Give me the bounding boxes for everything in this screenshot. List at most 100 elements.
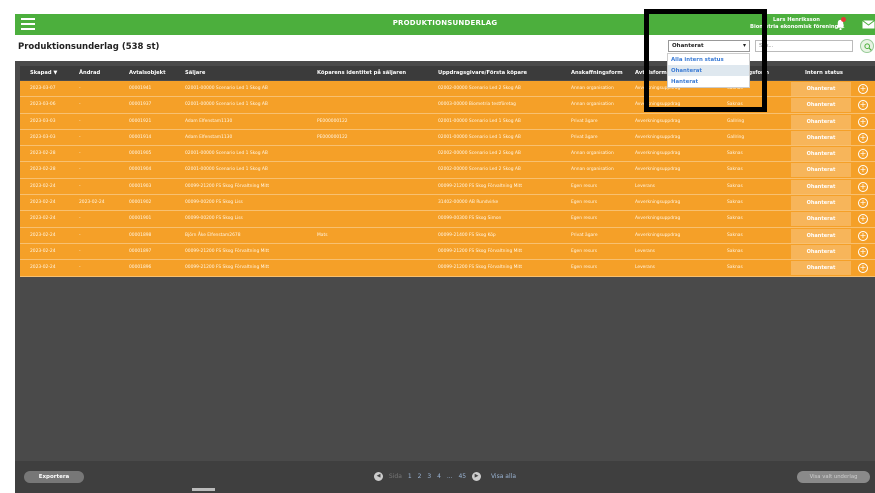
table-row[interactable]: 2023-02-24 - 00001896 00099-21200 FS Skog F… <box>20 260 875 277</box>
plus-circle-icon[interactable]: + <box>858 230 868 241</box>
plus-circle-icon[interactable]: + <box>858 198 868 209</box>
user-menu[interactable]: Lars Henriksson Biometria ekonomisk före… <box>750 17 845 31</box>
column-header-intern-status[interactable]: Intern status <box>805 70 843 76</box>
table-row[interactable]: 2023-03-03 - 00001921 Adam Elfenstam1130 PE0… <box>20 113 875 130</box>
cell-changed: 2023-02-24 <box>79 200 105 206</box>
table-row[interactable]: 2023-02-24 - 00001897 00099-21200 FS Skog F… <box>20 243 875 261</box>
dropdown-option[interactable]: Alla intern status <box>668 54 749 65</box>
plus-circle-icon[interactable]: + <box>858 100 868 111</box>
cell-changed: - <box>79 151 81 157</box>
cell-contract-form: Avverkningsuppdrag <box>635 102 681 108</box>
dropdown-option[interactable]: Ohanterat <box>668 65 749 76</box>
intern-status-badge[interactable]: Ohanterat <box>791 179 851 194</box>
next-page-icon[interactable]: ▶ <box>472 472 482 481</box>
cell-contract-object: 00001903 <box>129 183 152 189</box>
cell-changed: - <box>79 232 81 238</box>
cell-contract-form: Avverkningsuppdrag <box>635 232 681 238</box>
plus-circle-icon[interactable]: + <box>858 132 868 143</box>
cell-client: 00099-21200 FS Skog Förvaltning Mitt <box>438 183 523 189</box>
cell-contract-object: 00001904 <box>129 167 152 173</box>
intern-status-dropdown: Alla intern status Ohanterat Hanterat <box>667 53 750 88</box>
previous-page-icon[interactable]: ◀ <box>374 472 383 481</box>
cell-contract-form: Avverkningsuppdrag <box>635 151 681 157</box>
dropdown-option[interactable]: Hanterat <box>668 76 749 87</box>
page-link[interactable]: 3 <box>427 473 431 480</box>
cell-contract-form: Avverkningsuppdrag <box>635 118 681 124</box>
plus-circle-icon[interactable]: + <box>858 165 868 176</box>
plus-circle-icon[interactable]: + <box>858 116 868 127</box>
user-organization: Biometria ekonomisk förening ▼ <box>750 24 845 30</box>
cell-assignment-form: Saknas <box>727 167 743 173</box>
page-link[interactable]: 45 <box>458 473 466 480</box>
intern-status-badge[interactable]: Ohanterat <box>791 130 851 145</box>
cell-seller: 00099-00200 FS Skog Liss <box>185 200 243 206</box>
plus-circle-icon[interactable]: + <box>858 214 868 225</box>
search-input[interactable] <box>755 40 853 52</box>
cell-assignment-form: Saknas <box>727 183 743 189</box>
horizontal-scrollbar[interactable] <box>192 488 215 491</box>
cell-changed: - <box>79 134 81 140</box>
page-link[interactable]: 4 <box>437 473 441 480</box>
pagination: ◀ Sida 1 2 3 4 ... 45 ▶ Visa alla <box>372 472 518 481</box>
column-header-seller[interactable]: Säljare <box>185 70 205 76</box>
plus-circle-icon[interactable]: + <box>858 246 868 257</box>
plus-circle-icon[interactable]: + <box>858 263 868 274</box>
intern-status-badge[interactable]: Ohanterat <box>791 228 851 243</box>
show-all-link[interactable]: Visa alla <box>491 473 516 480</box>
plus-circle-icon[interactable]: + <box>858 181 868 192</box>
intern-status-badge[interactable]: Ohanterat <box>791 114 851 129</box>
table-row[interactable]: 2023-02-24 - 00001901 00099-00200 FS Skog L… <box>20 211 875 228</box>
show-selected-button[interactable]: Visa valt underlag <box>797 471 870 483</box>
page-link[interactable]: 2 <box>418 473 422 480</box>
cell-created: 2023-02-28 <box>30 167 56 173</box>
intern-status-badge[interactable]: Ohanterat <box>791 82 851 96</box>
mail-icon[interactable] <box>862 20 875 29</box>
cell-acquisition: Egen resurs <box>571 248 598 254</box>
page-link[interactable]: 1 <box>408 473 412 480</box>
column-header-changed[interactable]: Ändrad <box>79 70 100 76</box>
cell-contract-object: 00001937 <box>129 102 152 108</box>
cell-contract-object: 00001898 <box>129 232 152 238</box>
table-row[interactable]: 2023-02-28 - 00001905 02001-00000 Scenario … <box>20 146 875 163</box>
table-row[interactable]: 2023-02-24 - 00001903 00099-21200 FS Skog F… <box>20 178 875 196</box>
column-header-created[interactable]: Skapad ▼ <box>30 70 57 76</box>
cell-acquisition: Privat ägare <box>571 118 598 124</box>
cell-client: 31402-00000 AB Rundvirke <box>438 200 499 206</box>
intern-status-badge[interactable]: Ohanterat <box>791 98 851 113</box>
column-header-contract-form[interactable]: Avtalsform <box>635 70 667 76</box>
table-row[interactable]: 2023-02-24 - 00001898 Björn Åke Elfenstam26… <box>20 227 875 244</box>
column-header-acquisition[interactable]: Anskaffningsform <box>571 70 623 76</box>
plus-circle-icon[interactable]: + <box>858 84 868 94</box>
column-header-buyer-identity[interactable]: Köparens identitet på säljaren <box>317 70 406 76</box>
cell-contract-object: 00001902 <box>129 200 152 206</box>
intern-status-badge[interactable]: Ohanterat <box>791 244 851 259</box>
plus-circle-icon[interactable]: + <box>858 149 868 160</box>
column-header-contract-object[interactable]: Avtalsobjekt <box>129 70 166 76</box>
table-row[interactable]: 2023-03-03 - 00001914 Adam Elfenstam1130 PE0… <box>20 129 875 147</box>
cell-contract-form: Leverans <box>635 265 655 271</box>
app-title: PRODUKTIONSUNDERLAG <box>392 19 498 27</box>
cell-buyer-identity: PE000000122 <box>317 118 348 124</box>
table-row[interactable]: 2023-02-28 - 00001904 02001-00000 Scenario … <box>20 162 875 179</box>
cell-changed: - <box>79 86 81 91</box>
cell-assignment-form: Saknas <box>727 151 743 157</box>
cell-assignment-form: Saknas <box>727 248 743 254</box>
cell-assignment-form: Gallring <box>727 134 745 140</box>
cell-seller: Adam Elfenstam1130 <box>185 134 233 140</box>
footer-bar: Exportera ◀ Sida 1 2 3 4 ... 45 ▶ Visa a… <box>15 461 875 493</box>
export-button[interactable]: Exportera <box>24 471 84 483</box>
intern-status-badge[interactable]: Ohanterat <box>791 163 851 178</box>
table-row[interactable]: 2023-02-24 2023-02-24 00001902 00099-00200 … <box>20 195 875 212</box>
cell-created: 2023-03-03 <box>30 118 56 124</box>
intern-status-badge[interactable]: Ohanterat <box>791 212 851 227</box>
column-header-client[interactable]: Uppdragsgivare/Första köpare <box>438 70 527 76</box>
search-button[interactable] <box>860 39 874 53</box>
cell-assignment-form: Saknas <box>727 200 743 206</box>
user-name: Lars Henriksson <box>772 17 820 23</box>
intern-status-badge[interactable]: Ohanterat <box>791 147 851 162</box>
table-row[interactable]: 2023-03-06 - 00001937 02001-00000 Scenario … <box>20 97 875 114</box>
cell-changed: - <box>79 248 81 254</box>
intern-status-select[interactable]: Ohanterat ▾ <box>668 40 750 52</box>
intern-status-badge[interactable]: Ohanterat <box>791 261 851 276</box>
intern-status-badge[interactable]: Ohanterat <box>791 196 851 211</box>
